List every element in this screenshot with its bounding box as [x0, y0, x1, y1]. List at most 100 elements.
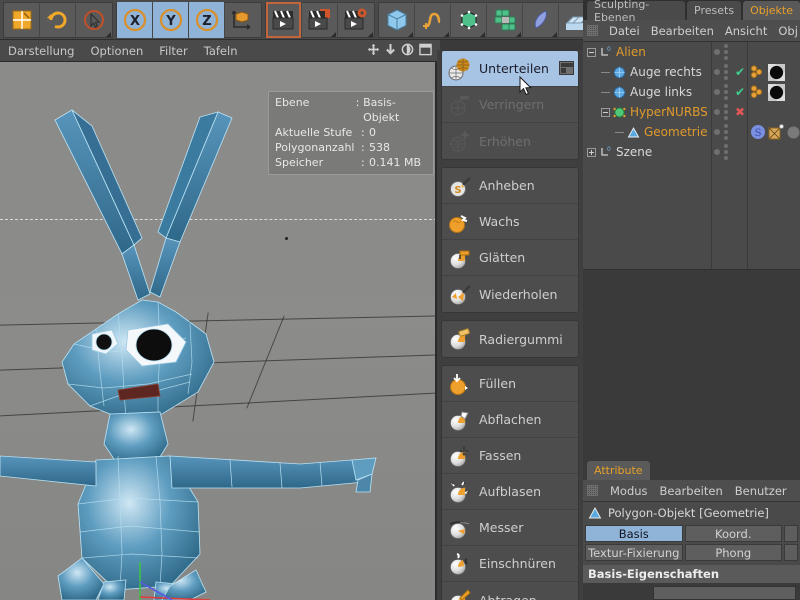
tree-expander-minus[interactable] [601, 107, 610, 117]
tool-fuellen[interactable]: Füllen [442, 366, 578, 402]
render-visibility-dots[interactable] [724, 84, 728, 100]
rotate-tool[interactable] [40, 1, 76, 38]
tool-abflachen[interactable]: Abflachen [442, 402, 578, 438]
add-deformer-button[interactable] [523, 1, 559, 38]
om-menu-datei[interactable]: Datei [609, 24, 640, 38]
object-geometrie[interactable]: Geometrie S [583, 122, 800, 142]
material-black-icon[interactable] [768, 63, 785, 81]
attr-tab-phong[interactable]: Phong [684, 544, 782, 561]
visibility-dots[interactable] [714, 142, 728, 162]
menu-optionen[interactable]: Optionen [90, 44, 143, 58]
menu-tafeln[interactable]: Tafeln [204, 44, 238, 58]
texture-tag-icon[interactable] [750, 84, 766, 100]
tool-abtragen-label: Abtragen [479, 592, 537, 600]
tree-expander-minus[interactable] [587, 47, 596, 57]
object-tags[interactable]: S [750, 123, 800, 141]
tab-attribute[interactable]: Attribute [587, 461, 650, 480]
viewport-pan-icon[interactable] [367, 43, 380, 59]
visibility-dots[interactable] [714, 82, 728, 102]
tool-abtragen[interactable]: Abtragen [442, 582, 578, 600]
om-menu-ansicht[interactable]: Ansicht [725, 24, 767, 38]
attr-tab-extra[interactable] [784, 525, 798, 542]
attr-tab-textur-fixierung[interactable]: Textur-Fixierung [585, 544, 683, 561]
add-generator-button[interactable] [451, 1, 487, 38]
tool-unterteilen[interactable]: Unterteilen [442, 51, 578, 87]
tool-wiederholen[interactable]: Wiederholen [442, 276, 578, 312]
viewport-rotate-icon[interactable] [401, 43, 414, 59]
render-view-button[interactable] [266, 1, 302, 38]
move-select-tool[interactable] [76, 2, 112, 38]
tab-objekte[interactable]: Objekte [743, 1, 800, 20]
attribute-field-row[interactable] [653, 586, 796, 600]
panel-grip-icon[interactable] [587, 485, 598, 496]
axis-y-button[interactable]: Y [153, 1, 189, 38]
editor-visibility-dot[interactable] [714, 149, 720, 155]
editor-visibility-dot[interactable] [714, 109, 720, 115]
render-visibility-dots[interactable] [724, 124, 728, 140]
add-spline-button[interactable] [415, 1, 451, 38]
material-black-icon[interactable] [768, 83, 785, 101]
am-menu-bearbeiten[interactable]: Bearbeiten [660, 484, 723, 498]
object-auge-links[interactable]: Auge links ✔ [583, 82, 800, 102]
flyout-corner-icon [408, 31, 413, 37]
viewport-dolly-icon[interactable] [385, 43, 396, 59]
editor-visibility-dot[interactable] [714, 69, 720, 75]
visibility-dots[interactable] [714, 62, 728, 82]
tool-wachs[interactable]: Wachs [442, 204, 578, 240]
menu-filter[interactable]: Filter [159, 44, 187, 58]
tool-einschnueren[interactable]: Einschnüren [442, 546, 578, 582]
om-menu-bearbeiten[interactable]: Bearbeiten [651, 24, 714, 38]
render-visibility-dots[interactable] [724, 104, 728, 120]
material-blue-icon[interactable]: S [750, 124, 766, 140]
object-auge-rechts[interactable]: Auge rechts ✔ [583, 62, 800, 82]
viewport-maximize-icon[interactable] [419, 43, 432, 59]
object-tags[interactable] [750, 63, 785, 81]
editor-visibility-dot[interactable] [714, 89, 720, 95]
tool-anheben[interactable]: S Anheben [442, 168, 578, 204]
render-visibility-dots[interactable] [724, 144, 728, 160]
tool-aufblasen[interactable]: Aufblasen [442, 474, 578, 510]
render-settings-button[interactable] [338, 2, 374, 38]
editor-visibility-dot[interactable] [714, 49, 720, 55]
panel-grip-icon[interactable] [587, 25, 598, 36]
object-tags[interactable] [750, 83, 785, 101]
sculpt-tag-icon[interactable] [768, 124, 784, 140]
visibility-dots[interactable] [714, 102, 728, 122]
menu-darstellung[interactable]: Darstellung [8, 44, 74, 58]
render-region-button[interactable] [302, 1, 338, 38]
grey-tag-icon[interactable] [786, 125, 800, 140]
world-object-coord-button[interactable] [225, 2, 261, 38]
axis-z-button[interactable]: Z [189, 1, 225, 38]
am-menu-benutzer[interactable]: Benutzer [735, 484, 787, 498]
editor-visibility-dot[interactable] [714, 129, 720, 135]
render-visibility-dots[interactable] [724, 44, 728, 60]
axis-x-button[interactable]: X [117, 1, 153, 38]
object-alien[interactable]: 0 Alien [583, 42, 800, 62]
scale-tool[interactable] [4, 1, 40, 38]
tree-expander-plus[interactable] [587, 147, 596, 157]
attr-tab-koord[interactable]: Koord. [684, 525, 782, 542]
add-cube-button[interactable] [379, 1, 415, 38]
tool-messer[interactable]: Messer [442, 510, 578, 546]
disabled-cross-icon[interactable]: ✖ [735, 105, 745, 119]
enabled-check-icon[interactable]: ✔ [735, 65, 745, 79]
tool-glaetten[interactable]: Glätten [442, 240, 578, 276]
attr-tab-basis[interactable]: Basis [585, 525, 683, 542]
tool-settings-button[interactable] [559, 61, 574, 75]
tab-presets[interactable]: Presets [687, 1, 742, 20]
tool-radiergummi[interactable]: Radiergummi [442, 321, 578, 357]
object-szene[interactable]: 0 Szene [583, 142, 800, 162]
attr-tab-extra2[interactable] [784, 544, 798, 561]
texture-tag-icon[interactable] [750, 64, 766, 80]
tool-fassen[interactable]: Fassen [442, 438, 578, 474]
tab-sculpting-ebenen[interactable]: Sculpting-Ebenen [587, 0, 686, 24]
object-hypernurbs[interactable]: HyperNURBS ✖ [583, 102, 800, 122]
visibility-dots[interactable] [714, 42, 728, 62]
om-menu-objekte[interactable]: Obj [778, 24, 798, 38]
render-visibility-dots[interactable] [724, 64, 728, 80]
enabled-check-icon[interactable]: ✔ [735, 85, 745, 99]
am-menu-modus[interactable]: Modus [610, 484, 648, 498]
visibility-dots[interactable] [714, 122, 728, 142]
object-tree[interactable]: 0 Alien Auge rechts ✔ Auge links ✔ HyperNURBS ✖… [583, 42, 800, 270]
add-array-button[interactable] [487, 1, 523, 38]
